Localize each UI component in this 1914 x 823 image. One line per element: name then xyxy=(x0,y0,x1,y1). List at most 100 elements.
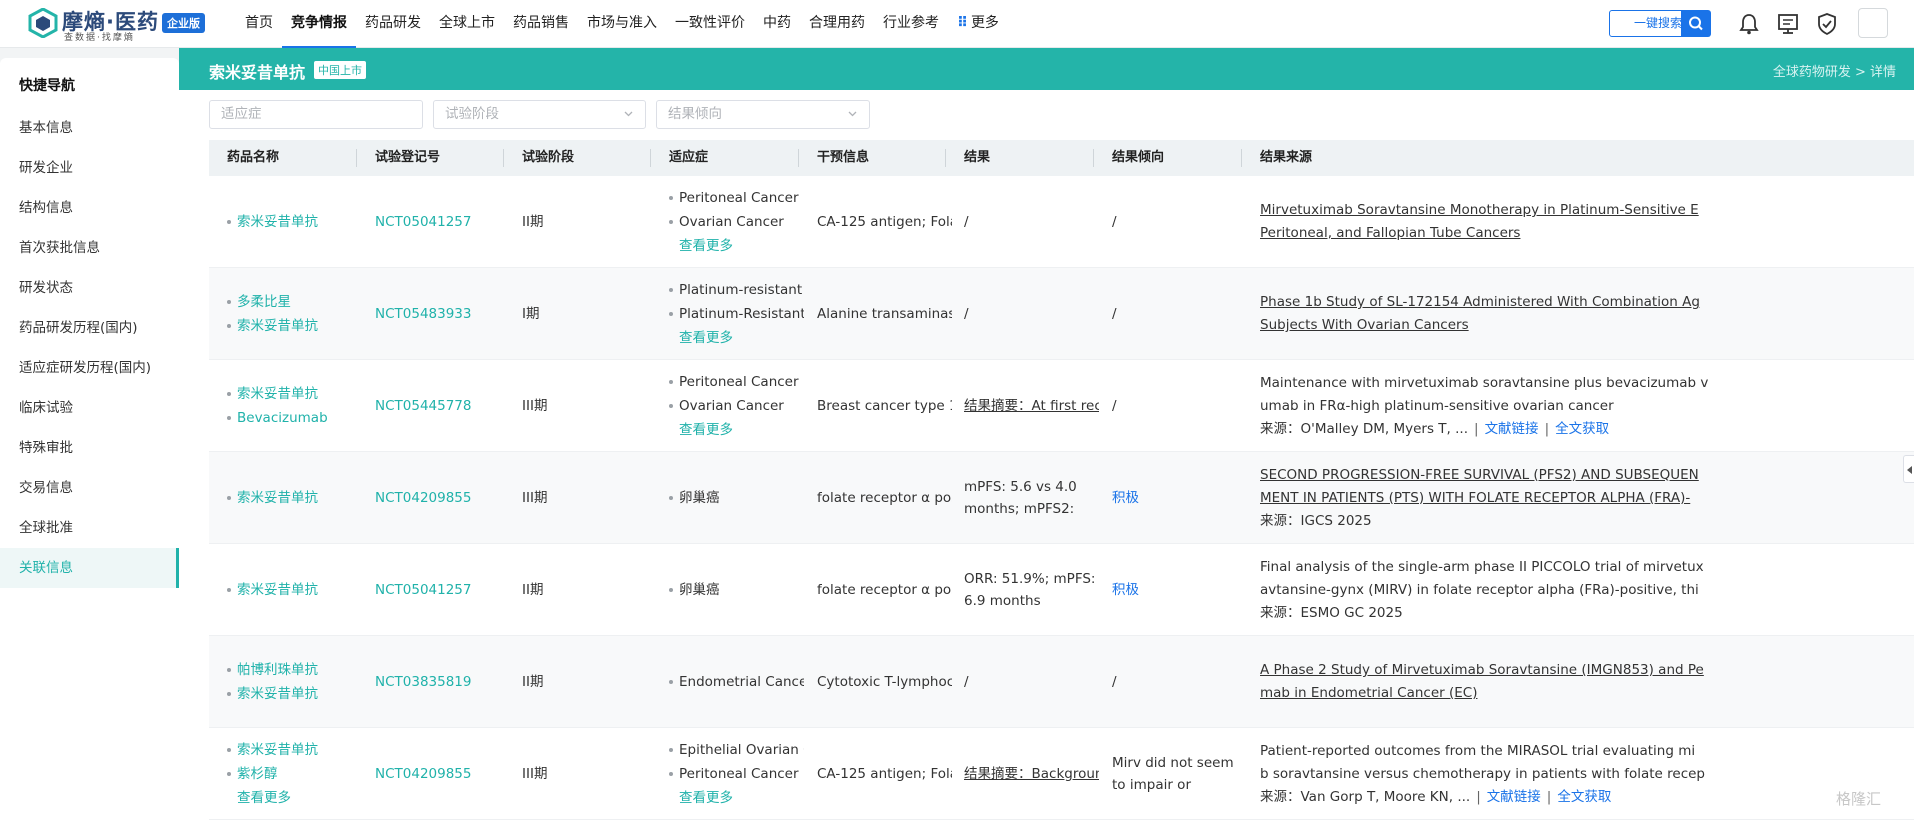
source-title-link[interactable]: mab in Endometrial Cancer (EC) xyxy=(1260,682,1914,705)
source-title-text: Patient-reported outcomes from the MIRAS… xyxy=(1260,742,1696,759)
result-summary-link[interactable]: 结果摘要：At first recu... xyxy=(964,394,1099,418)
column-divider xyxy=(798,149,799,167)
tendency-text: / xyxy=(1112,306,1117,322)
sidebar-item[interactable]: 研发企业 xyxy=(0,148,179,188)
source-meta: 来源：Van Gorp T, Moore KN, ... | 文献链接 | 全文获取 xyxy=(1260,786,1914,809)
nav-item[interactable]: 首页 xyxy=(236,0,282,48)
indication-text: Ovarian Cancer xyxy=(669,394,804,418)
registration-link[interactable]: NCT04209855 xyxy=(375,762,510,786)
column-header: 药品名称 xyxy=(227,140,279,176)
main-content: 索米妥昔单抗 中国上市 全球药物研发 > 详情 适应症 试验阶段 结果倾向 药品… xyxy=(179,48,1914,823)
source-title-link[interactable]: MENT IN PATIENTS (PTS) WITH FOLATE RECEP… xyxy=(1260,487,1914,510)
registration-link[interactable]: NCT05041257 xyxy=(375,578,510,602)
column-divider xyxy=(945,149,946,167)
sidebar-item[interactable]: 基本信息 xyxy=(0,108,179,148)
drug-link[interactable]: 索米妥昔单抗 xyxy=(227,578,367,602)
nav-item[interactable]: 行业参考 xyxy=(874,0,948,48)
fulltext-link[interactable]: 全文获取 xyxy=(1555,421,1609,437)
literature-link[interactable]: 文献链接 xyxy=(1485,421,1539,437)
shield-icon[interactable] xyxy=(1814,11,1840,37)
source-title-text: Final analysis of the single-arm phase I… xyxy=(1260,558,1704,575)
nav-item[interactable]: 竞争情报 xyxy=(282,0,356,48)
nav-item[interactable]: 全球上市 xyxy=(430,0,504,48)
indication-cell: Platinum-resistant ...Platinum-Resistant… xyxy=(669,268,804,359)
breadcrumb[interactable]: 全球药物研发 > 详情 xyxy=(1773,61,1896,80)
tendency-cell: / xyxy=(1112,268,1247,359)
indication-more-link[interactable]: 查看更多 xyxy=(669,786,804,810)
sidebar-item[interactable]: 交易信息 xyxy=(0,468,179,508)
phase-cell: III期 xyxy=(522,360,652,451)
registration-link[interactable]: NCT05445778 xyxy=(375,394,510,418)
drug-link[interactable]: Bevacizumab xyxy=(227,406,367,430)
search-button[interactable] xyxy=(1681,10,1711,37)
tendency-cell: / xyxy=(1112,176,1247,267)
report-icon[interactable] xyxy=(1775,11,1801,37)
bell-icon[interactable] xyxy=(1736,11,1762,37)
phase-filter-select[interactable]: 试验阶段 xyxy=(433,100,646,129)
logo-hexagon-icon xyxy=(28,8,58,38)
indication-more-link[interactable]: 查看更多 xyxy=(669,326,804,350)
drug-link[interactable]: 多柔比星 xyxy=(227,290,367,314)
nav-item[interactable]: 药品销售 xyxy=(504,0,578,48)
tendency-filter-select[interactable]: 结果倾向 xyxy=(656,100,870,129)
indication-more-link[interactable]: 查看更多 xyxy=(669,418,804,442)
nav-item[interactable]: ⠿ 更多 xyxy=(948,0,1008,48)
indication-cell: 卵巢癌 xyxy=(669,544,804,635)
sidebar-item[interactable]: 关联信息 xyxy=(0,548,179,588)
search-icon xyxy=(1689,16,1703,31)
nav-item[interactable]: 一致性评价 xyxy=(666,0,754,48)
source-title-link[interactable]: Mirvetuximab Soravtansine Monotherapy in… xyxy=(1260,199,1914,222)
indication-text: Endometrial Cancer xyxy=(669,670,804,694)
sidebar-item[interactable]: 药品研发历程(国内) xyxy=(0,308,179,348)
phase-cell: II期 xyxy=(522,636,652,727)
drug-link[interactable]: 索米妥昔单抗 xyxy=(227,210,367,234)
drug-link[interactable]: 索米妥昔单抗 xyxy=(227,682,367,706)
intervention-text: folate receptor α posi... xyxy=(817,490,952,506)
literature-link[interactable]: 文献链接 xyxy=(1487,789,1541,805)
sidebar-item[interactable]: 首次获批信息 xyxy=(0,228,179,268)
indication-filter-input[interactable]: 适应症 xyxy=(209,100,423,129)
tendency-cell: 积极 xyxy=(1112,544,1247,635)
sidebar-item[interactable]: 适应症研发历程(国内) xyxy=(0,348,179,388)
tendency-text: / xyxy=(1112,398,1117,414)
source-title-link[interactable]: A Phase 2 Study of Mirvetuximab Soravtan… xyxy=(1260,659,1914,682)
tendency-cell: / xyxy=(1112,636,1247,727)
collapse-panel-handle[interactable] xyxy=(1903,455,1914,483)
registration-link[interactable]: NCT05041257 xyxy=(375,210,510,234)
indication-text: 卵巢癌 xyxy=(669,578,804,602)
source-title-link[interactable]: Phase 1b Study of SL-172154 Administered… xyxy=(1260,291,1914,314)
registration-link[interactable]: NCT04209855 xyxy=(375,486,510,510)
site-logo[interactable]: 摩熵·医药 查数据·找摩熵 企业版 xyxy=(28,6,208,43)
nav-item[interactable]: 合理用药 xyxy=(800,0,874,48)
drug-link[interactable]: 索米妥昔单抗 xyxy=(227,382,367,406)
source-author: 来源：IGCS 2025 xyxy=(1260,512,1372,529)
registration-link[interactable]: NCT05483933 xyxy=(375,302,510,326)
sidebar-item[interactable]: 临床试验 xyxy=(0,388,179,428)
column-header-label: 适应症 xyxy=(669,150,709,165)
drug-link[interactable]: 索米妥昔单抗 xyxy=(227,738,367,762)
fulltext-link[interactable]: 全文获取 xyxy=(1557,789,1611,805)
nav-item[interactable]: 药品研发 xyxy=(356,0,430,48)
chevron-down-icon xyxy=(624,111,633,117)
nav-item[interactable]: 中药 xyxy=(754,0,800,48)
result-summary-link[interactable]: 结果摘要：Backgroun... xyxy=(964,762,1099,786)
drug-link[interactable]: 帕博利珠单抗 xyxy=(227,658,367,682)
sidebar-item[interactable]: 特殊审批 xyxy=(0,428,179,468)
drug-banner: 索米妥昔单抗 中国上市 全球药物研发 > 详情 xyxy=(179,48,1914,90)
source-title-link[interactable]: Subjects With Ovarian Cancers xyxy=(1260,314,1914,337)
column-header-label: 结果来源 xyxy=(1260,150,1313,165)
avatar[interactable] xyxy=(1858,8,1888,38)
drug-link[interactable]: 索米妥昔单抗 xyxy=(227,486,367,510)
drug-more-link[interactable]: 查看更多 xyxy=(227,786,367,810)
indication-more-link[interactable]: 查看更多 xyxy=(669,234,804,258)
phase-text: II期 xyxy=(522,214,544,230)
registration-link[interactable]: NCT03835819 xyxy=(375,670,510,694)
source-title-link[interactable]: SECOND PROGRESSION-FREE SURVIVAL (PFS2) … xyxy=(1260,464,1914,487)
nav-item[interactable]: 市场与准入 xyxy=(578,0,666,48)
drug-link[interactable]: 索米妥昔单抗 xyxy=(227,314,367,338)
sidebar-item[interactable]: 全球批准 xyxy=(0,508,179,548)
sidebar-item[interactable]: 研发状态 xyxy=(0,268,179,308)
sidebar-item[interactable]: 结构信息 xyxy=(0,188,179,228)
source-title-link[interactable]: Peritoneal, and Fallopian Tube Cancers xyxy=(1260,222,1914,245)
drug-link[interactable]: 紫杉醇 xyxy=(227,762,367,786)
